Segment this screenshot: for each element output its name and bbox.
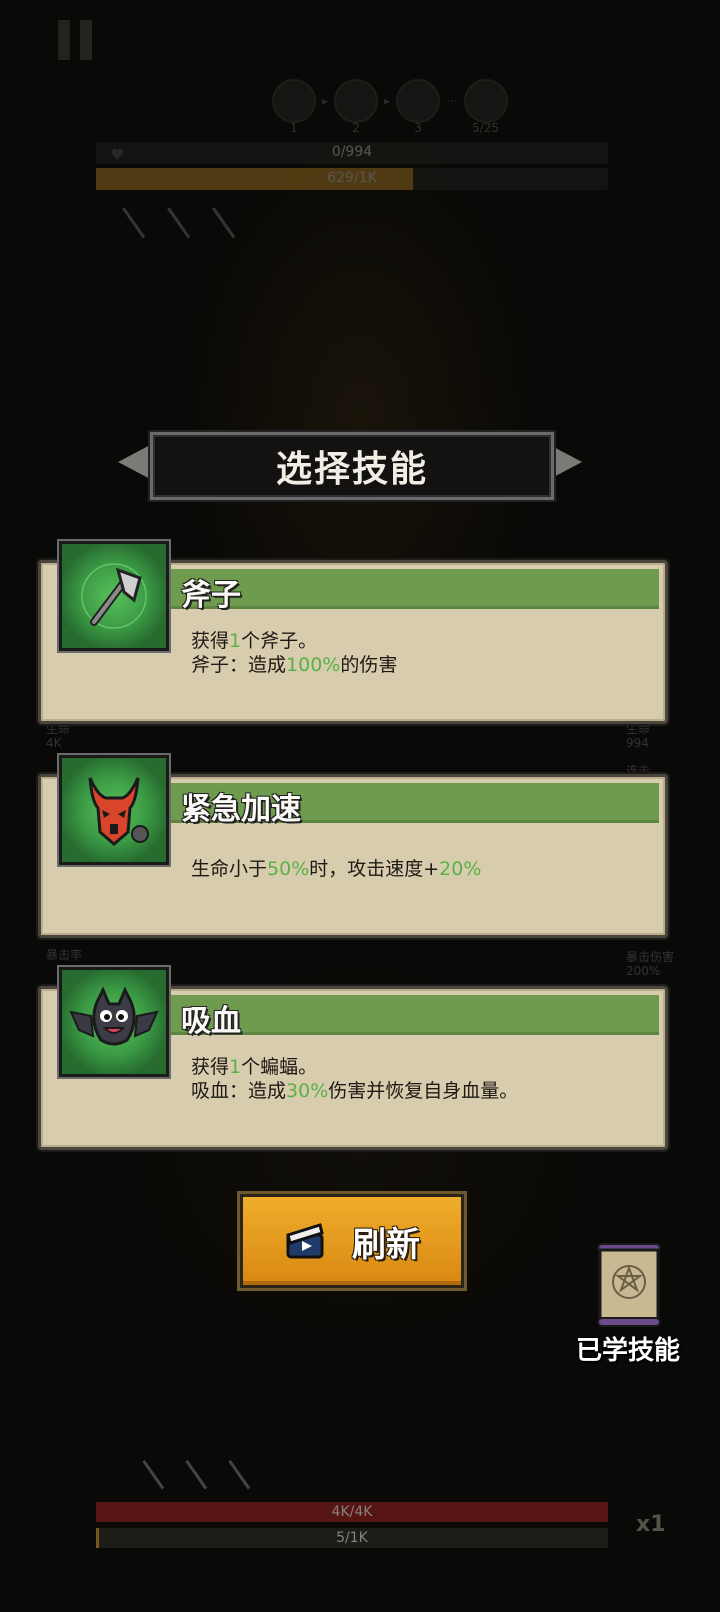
skill-name: 斧子 <box>181 578 241 613</box>
refresh-label: 刷新 <box>352 1224 420 1265</box>
scroll-icon <box>597 1243 661 1327</box>
axe-icon <box>59 541 169 651</box>
skill-card-axe[interactable]: 斧子 获得1个斧子。 斧子：造成100%的伤害 <box>38 541 668 724</box>
refresh-button[interactable]: 刷新 <box>240 1194 464 1288</box>
dialog-title-plate: 选择技能 <box>150 432 554 500</box>
highlight-value: 20% <box>439 858 482 880</box>
description-text: 时，攻击速度+ <box>309 858 440 880</box>
video-clapper-icon <box>286 1223 324 1259</box>
description-line: 获得1个蝙蝠。 <box>191 1055 518 1079</box>
skill-name: 紧急加速 <box>181 792 301 827</box>
skill-name: 吸血 <box>181 1004 241 1039</box>
player-hp-bar: 4K/4K <box>96 1502 608 1522</box>
description-text: 个蝙蝠。 <box>241 1056 318 1078</box>
demon-mask-icon <box>59 755 169 865</box>
description-text: 获得 <box>191 630 230 652</box>
learned-skills-button[interactable]: 已学技能 <box>566 1238 690 1368</box>
skill-card-lifesteal[interactable]: 吸血 获得1个蝙蝠。 吸血：造成30%伤害并恢复自身血量。 <box>38 967 668 1150</box>
description-text: 的伤害 <box>340 654 398 676</box>
highlight-value: 1 <box>229 1056 242 1078</box>
axe-icon <box>185 1448 224 1490</box>
description-text: 个斧子。 <box>241 630 318 652</box>
skill-card-emergency-speed[interactable]: 紧急加速 生命小于50%时，攻击速度+20% <box>38 755 668 938</box>
skill-description: 获得1个蝙蝠。 吸血：造成30%伤害并恢复自身血量。 <box>191 1055 518 1103</box>
description-text: 获得 <box>191 1056 230 1078</box>
description-text: 斧子：造成 <box>191 654 287 676</box>
description-line: 斧子：造成100%的伤害 <box>191 653 397 677</box>
bat-icon <box>59 967 169 1077</box>
dialog-title: 选择技能 <box>275 449 428 490</box>
description-line: 获得1个斧子。 <box>191 629 397 653</box>
skill-description: 生命小于50%时，攻击速度+20% <box>191 857 481 881</box>
highlight-value: 100% <box>286 654 341 676</box>
player-hp-text: 4K/4K <box>331 1504 373 1520</box>
description-text: 生命小于 <box>191 858 268 880</box>
axe-row <box>142 1448 267 1490</box>
highlight-value: 30% <box>286 1080 329 1102</box>
title-ornament-left-icon <box>118 444 152 480</box>
learned-skills-label: 已学技能 <box>575 1336 680 1366</box>
skill-description: 获得1个斧子。 斧子：造成100%的伤害 <box>191 629 397 677</box>
description-line: 生命小于50%时，攻击速度+20% <box>191 857 481 881</box>
description-text: 吸血：造成 <box>191 1080 287 1102</box>
highlight-value: 50% <box>267 858 310 880</box>
player-exp-text: 5/1K <box>336 1530 368 1546</box>
player-exp-bar: 5/1K <box>96 1528 608 1548</box>
description-line: 吸血：造成30%伤害并恢复自身血量。 <box>191 1079 518 1103</box>
speed-toggle[interactable]: x1 <box>636 1512 666 1537</box>
highlight-value: 1 <box>229 630 242 652</box>
description-text: 伤害并恢复自身血量。 <box>328 1080 519 1102</box>
